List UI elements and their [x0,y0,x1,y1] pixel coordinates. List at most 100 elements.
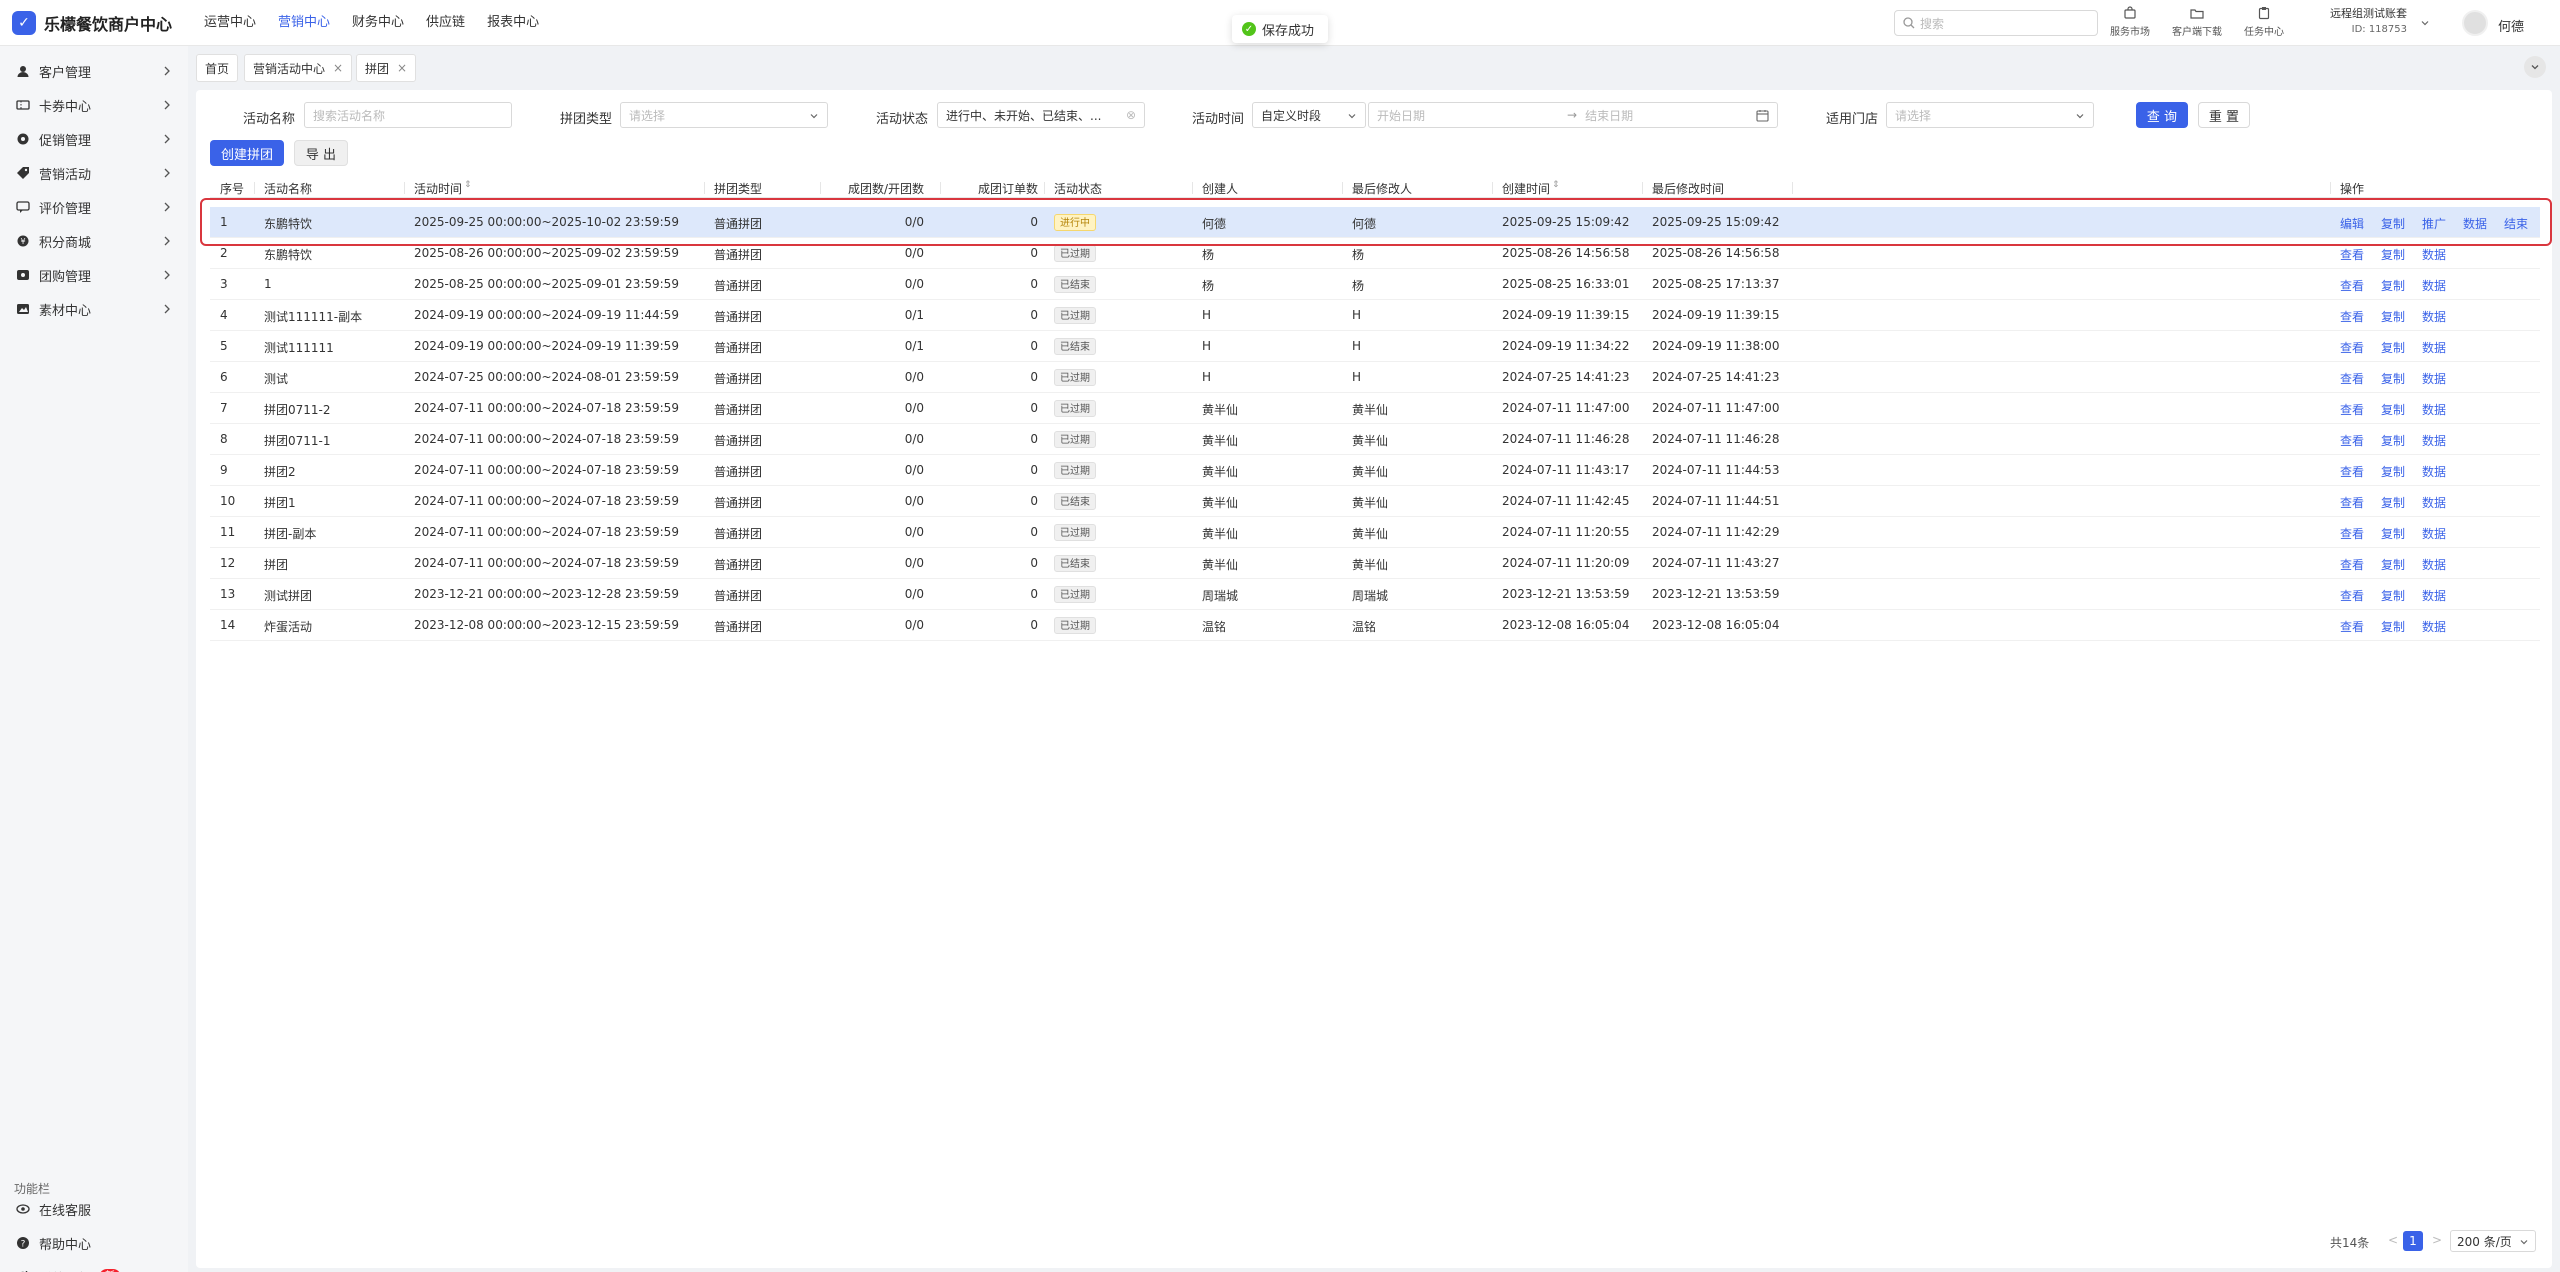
sidebar-item[interactable]: 卡券中心 [0,88,188,122]
export-button[interactable]: 导 出 [294,140,348,166]
row-action-link[interactable]: 数据 [2422,246,2446,263]
close-icon[interactable]: × [333,61,343,75]
column-header[interactable]: 活动时间 [414,180,462,197]
logo[interactable]: ✓ 乐檬餐饮商户中心 [12,11,172,35]
topnav-item[interactable]: 运营中心 [204,0,256,46]
row-action-link[interactable]: 数据 [2422,339,2446,356]
sidebar-item[interactable]: 客户管理 [0,54,188,88]
activity-name-input[interactable]: 搜索活动名称 [304,102,512,128]
collapse-tabs-button[interactable] [2524,56,2546,78]
table-row[interactable]: 9 拼团2 2024-07-11 00:00:00~2024-07-18 23:59… [210,455,2540,486]
function-item[interactable]: 系统更新新 [0,1260,188,1272]
account-switcher[interactable]: 远程组测试账套 ID: 118753 [2330,6,2407,38]
tool-service-market[interactable]: 服务市场 [2110,6,2150,38]
table-row[interactable]: 6 测试 2024-07-25 00:00:00~2024-08-01 23:59:… [210,362,2540,393]
row-action-link[interactable]: 复制 [2381,587,2405,604]
query-button[interactable]: 查 询 [2136,102,2188,128]
page-button-current[interactable]: 1 [2403,1231,2423,1251]
row-action-link[interactable]: 复制 [2381,370,2405,387]
row-action-link[interactable]: 数据 [2422,432,2446,449]
row-action-link[interactable]: 查看 [2340,432,2364,449]
table-row[interactable]: 3 1 2025-08-25 00:00:00~2025-09-01 23:59:5… [210,269,2540,300]
next-page-button[interactable]: > [2432,1233,2442,1247]
table-row[interactable]: 5 测试111111 2024-09-19 00:00:00~2024-09-19 … [210,331,2540,362]
sidebar-item[interactable]: 评价管理 [0,190,188,224]
avatar[interactable] [2462,10,2488,36]
row-action-link[interactable]: 复制 [2381,494,2405,511]
row-action-link[interactable]: 复制 [2381,556,2405,573]
sort-icon[interactable]: ⇕ [464,180,472,190]
prev-page-button[interactable]: < [2388,1233,2398,1247]
row-action-link[interactable]: 数据 [2422,618,2446,635]
global-search-input[interactable]: 搜索 [1894,10,2098,36]
row-action-link[interactable]: 复制 [2381,308,2405,325]
sidebar-item[interactable]: 团购管理 [0,258,188,292]
clear-icon[interactable]: ⊗ [1126,108,1136,122]
date-range-picker[interactable]: 开始日期 → 结束日期 [1368,102,1778,128]
table-row[interactable]: 10 拼团1 2024-07-11 00:00:00~2024-07-18 23:5… [210,486,2540,517]
topnav-item[interactable]: 报表中心 [487,0,539,46]
row-action-link[interactable]: 查看 [2340,525,2364,542]
row-action-link[interactable]: 复制 [2381,246,2405,263]
row-action-link[interactable]: 复制 [2381,277,2405,294]
table-row[interactable]: 11 拼团-副本 2024-07-11 00:00:00~2024-07-18 23… [210,517,2540,548]
table-row[interactable]: 4 测试111111-副本 2024-09-19 00:00:00~2024-09-… [210,300,2540,331]
row-action-link[interactable]: 查看 [2340,277,2364,294]
column-header[interactable]: 创建时间 [1502,180,1550,197]
tool-task-center[interactable]: 任务中心 [2244,6,2284,38]
row-action-link[interactable]: 数据 [2422,277,2446,294]
close-icon[interactable]: × [397,61,407,75]
table-row[interactable]: 12 拼团 2024-07-11 00:00:00~2024-07-18 23:59… [210,548,2540,579]
row-action-link[interactable]: 数据 [2422,463,2446,480]
topnav-item[interactable]: 财务中心 [352,0,404,46]
row-action-link[interactable]: 查看 [2340,587,2364,604]
tool-client-download[interactable]: 客户端下载 [2172,6,2222,38]
row-action-link[interactable]: 复制 [2381,401,2405,418]
topnav-item[interactable]: 营销中心 [278,0,330,46]
row-action-link[interactable]: 复制 [2381,463,2405,480]
row-action-link[interactable]: 查看 [2340,618,2364,635]
row-action-link[interactable]: 查看 [2340,463,2364,480]
row-action-link[interactable]: 数据 [2422,308,2446,325]
create-group-buy-button[interactable]: 创建拼团 [210,140,284,166]
row-action-link[interactable]: 查看 [2340,370,2364,387]
row-action-link[interactable]: 数据 [2422,401,2446,418]
sidebar-item[interactable]: ¥ 积分商城 [0,224,188,258]
row-action-link[interactable]: 查看 [2340,556,2364,573]
row-action-link[interactable]: 数据 [2422,525,2446,542]
function-item[interactable]: ? 帮助中心 [0,1226,188,1260]
tab-home[interactable]: 首页 [196,54,239,82]
function-item[interactable]: 在线客服 [0,1192,188,1226]
store-select[interactable]: 请选择 [1886,102,2094,128]
row-action-link[interactable]: 数据 [2422,370,2446,387]
row-action-link[interactable]: 复制 [2381,339,2405,356]
topnav-item[interactable]: 供应链 [426,0,465,46]
activity-status-select[interactable]: 进行中、未开始、已结束、... ⊗ [937,102,1145,128]
sidebar-item[interactable]: 促销管理 [0,122,188,156]
table-row[interactable]: 13 测试拼团 2023-12-21 00:00:00~2023-12-28 23:… [210,579,2540,610]
row-action-link[interactable]: 数据 [2422,587,2446,604]
sidebar-item[interactable]: 营销活动 [0,156,188,190]
row-action-link[interactable]: 数据 [2422,556,2446,573]
table-row[interactable]: 8 拼团0711-1 2024-07-11 00:00:00~2024-07-18 … [210,424,2540,455]
row-action-link[interactable]: 复制 [2381,525,2405,542]
group-type-select[interactable]: 请选择 [620,102,828,128]
user-name[interactable]: 何德 [2498,16,2524,35]
page-size-select[interactable]: 200 条/页 [2450,1230,2536,1252]
row-action-link[interactable]: 查看 [2340,401,2364,418]
sidebar-item[interactable]: 素材中心 [0,292,188,326]
row-action-link[interactable]: 查看 [2340,308,2364,325]
chevron-down-icon[interactable] [2420,18,2430,28]
reset-button[interactable]: 重 置 [2198,102,2250,128]
tab-group-buy[interactable]: 拼团 × [356,54,417,82]
row-action-link[interactable]: 查看 [2340,339,2364,356]
row-action-link[interactable]: 复制 [2381,432,2405,449]
table-row[interactable]: 7 拼团0711-2 2024-07-11 00:00:00~2024-07-18 … [210,393,2540,424]
row-action-link[interactable]: 查看 [2340,246,2364,263]
row-action-link[interactable]: 数据 [2422,494,2446,511]
time-mode-select[interactable]: 自定义时段 [1252,102,1366,128]
table-row[interactable]: 14 炸蛋活动 2023-12-08 00:00:00~2023-12-15 23:… [210,610,2540,641]
sort-icon[interactable]: ⇕ [1552,180,1560,190]
row-action-link[interactable]: 查看 [2340,494,2364,511]
tab-marketing-center[interactable]: 营销活动中心 × [244,54,353,82]
